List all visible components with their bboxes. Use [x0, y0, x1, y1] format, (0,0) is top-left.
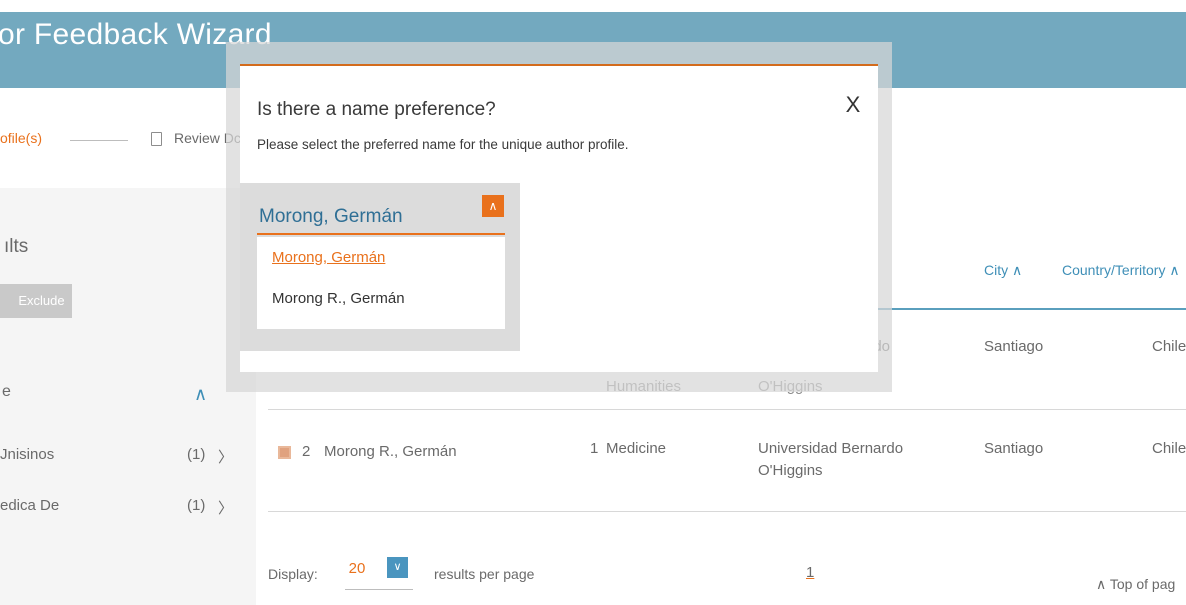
document-icon — [151, 132, 162, 146]
column-header-country[interactable]: Country/Territory ∧ — [1062, 262, 1180, 279]
name-option[interactable]: Morong, Germán — [272, 249, 385, 266]
page-number[interactable]: 1 — [806, 564, 814, 581]
cell-index: 2 — [302, 443, 311, 460]
name-dropdown-container: Morong, Germán ∧ Morong, Germán Morong R… — [240, 183, 520, 351]
facet-item-count: (1) — [187, 497, 206, 514]
name-preference-dialog: Is there a name preference? Please selec… — [240, 64, 878, 372]
cell-affiliation: Universidad Bernardo — [758, 440, 904, 457]
cell-subject: Medicine — [606, 440, 667, 457]
results-per-page-value: 20 — [348, 560, 366, 577]
cell-author-name[interactable]: Morong R., Germán — [324, 443, 457, 460]
facet-heading: e — [2, 383, 11, 400]
display-label: Display: — [268, 566, 318, 582]
top-of-page-link[interactable]: ∧ Top of pag — [1096, 576, 1175, 593]
facet-item[interactable]: edica De (1) 〉 — [0, 497, 250, 521]
step-connector — [70, 140, 128, 141]
facet-item-count: (1) — [187, 446, 206, 463]
results-per-page-select[interactable]: 20 ∨ — [345, 554, 413, 590]
row-checkbox[interactable] — [278, 446, 291, 459]
chevron-down-icon[interactable]: ∨ — [387, 557, 408, 578]
dialog-subtitle: Please select the preferred name for the… — [257, 137, 629, 152]
row-divider — [268, 409, 1186, 410]
chevron-up-icon[interactable]: ∧ — [482, 195, 504, 217]
name-option[interactable]: Morong R., Germán — [272, 290, 405, 307]
cell-city: Santiago — [984, 440, 1044, 457]
close-icon[interactable]: X — [843, 92, 863, 118]
dialog-title: Is there a name preference? — [257, 99, 496, 120]
facet-item[interactable]: Jnisinos (1) 〉 — [0, 446, 250, 470]
cell-affiliation: O'Higgins — [758, 462, 823, 479]
facet-item-label: Jnisinos — [0, 446, 55, 463]
results-per-page-label: results per page — [434, 566, 535, 582]
exclude-button[interactable]: Exclude — [0, 284, 72, 318]
refine-results-sidebar: ılts Exclude e ∧ Jnisinos (1) 〉 edica De… — [0, 188, 256, 605]
name-options-list: Morong, Germán Morong R., Germán — [257, 237, 505, 329]
cell-city: Santiago — [984, 338, 1044, 355]
facet-item-label: edica De — [0, 497, 60, 514]
row-divider — [268, 511, 1186, 512]
cell-country: Chile — [1152, 440, 1186, 457]
column-header-city[interactable]: City ∧ — [984, 262, 1022, 279]
preferred-name-select[interactable]: Morong, Germán ∧ — [257, 183, 505, 235]
refine-results-heading: ılts — [4, 236, 29, 257]
chevron-up-icon[interactable]: ∧ — [194, 384, 207, 405]
step-select-profiles[interactable]: ofile(s) — [0, 130, 42, 146]
cell-documents[interactable]: 1 — [590, 440, 598, 457]
chevron-right-icon[interactable]: 〉 — [218, 446, 233, 467]
cell-country: Chile — [1152, 338, 1186, 355]
selected-name: Morong, Germán — [259, 206, 403, 227]
chevron-right-icon[interactable]: 〉 — [218, 497, 233, 518]
